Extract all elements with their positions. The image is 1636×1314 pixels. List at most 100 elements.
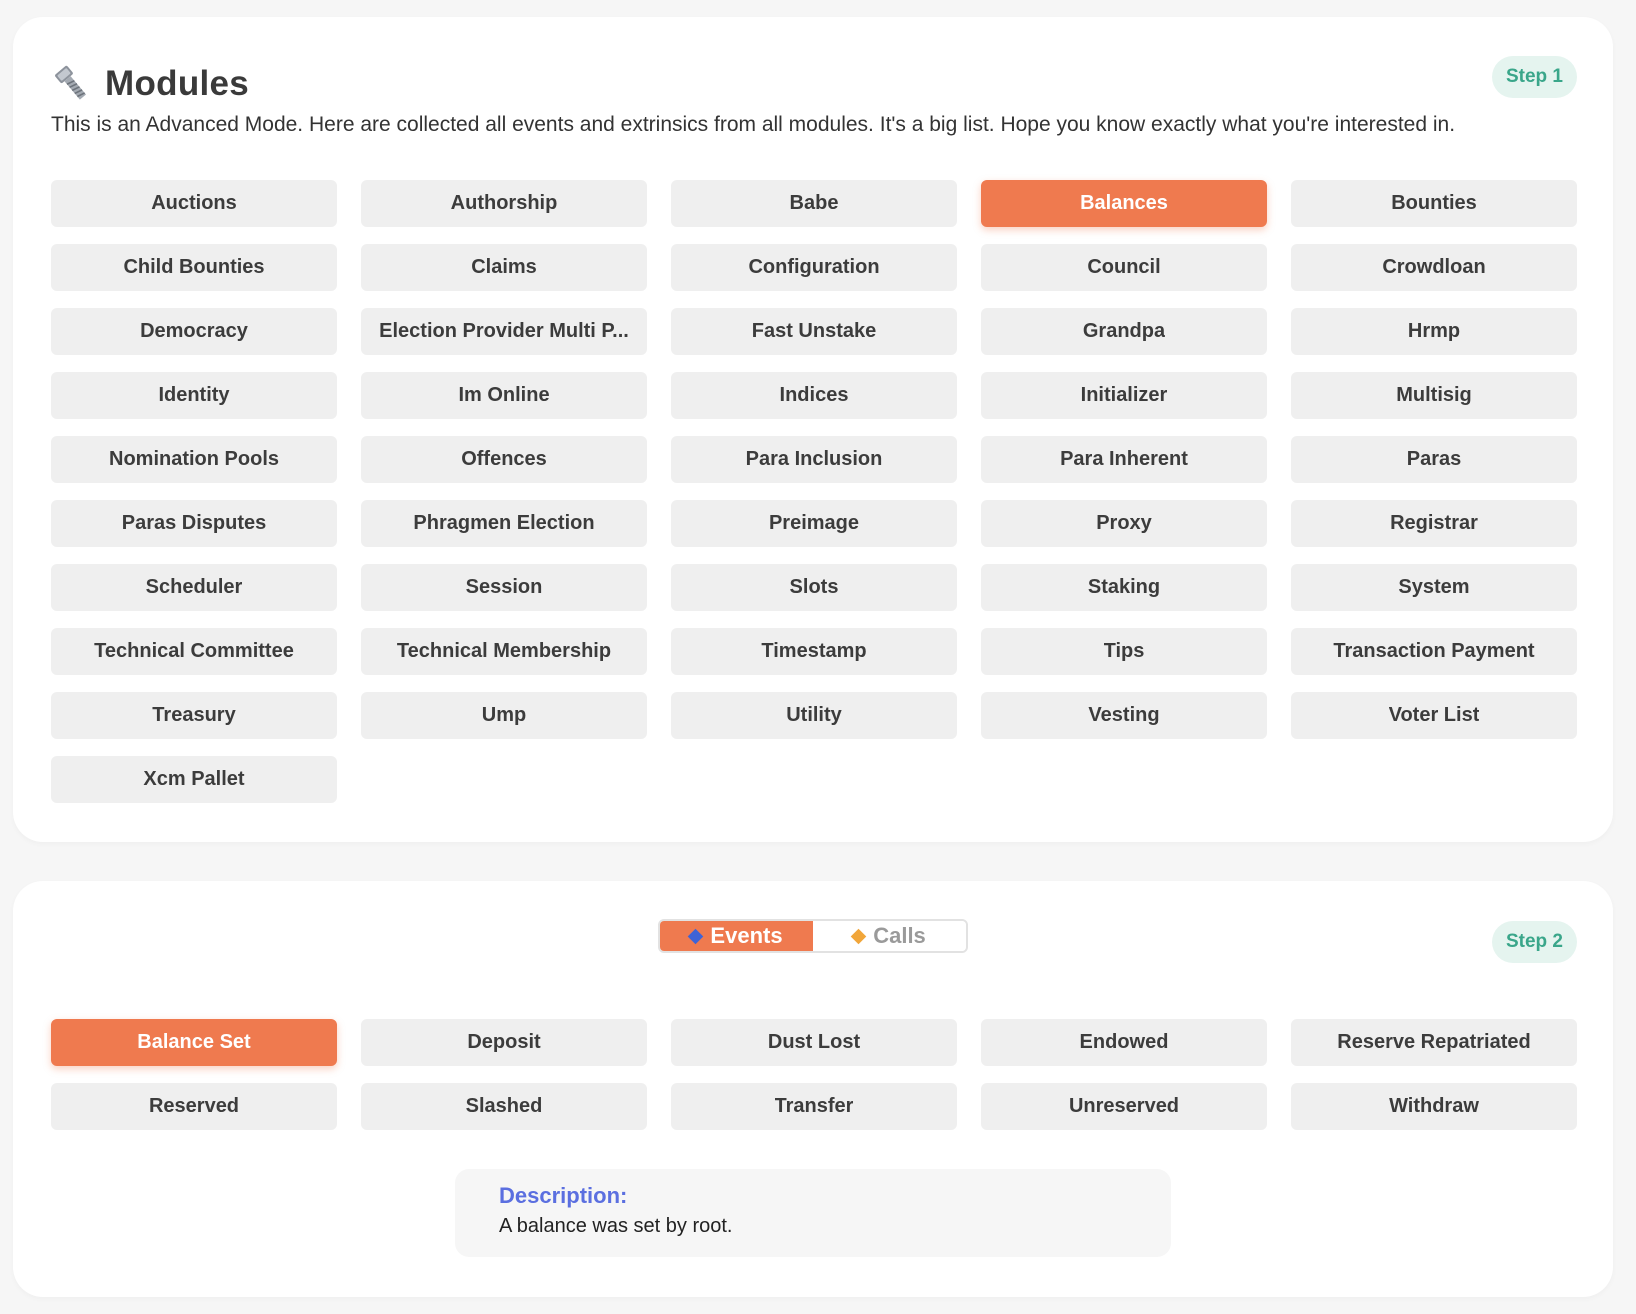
module-chip[interactable]: Paras Disputes bbox=[51, 500, 337, 547]
module-chip-label: Xcm Pallet bbox=[143, 768, 245, 790]
module-chip[interactable]: Child Bounties bbox=[51, 244, 337, 291]
module-chip[interactable]: Preimage bbox=[671, 500, 957, 547]
module-chip[interactable]: Voter List bbox=[1291, 692, 1577, 739]
module-chip[interactable]: Fast Unstake bbox=[671, 308, 957, 355]
module-chip[interactable]: Paras bbox=[1291, 436, 1577, 483]
module-chip[interactable]: Xcm Pallet bbox=[51, 756, 337, 803]
module-chip-label: Vesting bbox=[1088, 704, 1160, 726]
module-chip-label: Initializer bbox=[1080, 384, 1168, 406]
module-chip[interactable]: Claims bbox=[361, 244, 647, 291]
module-chip-label: Auctions bbox=[151, 192, 237, 214]
module-chip[interactable]: Initializer bbox=[981, 372, 1267, 419]
module-chip[interactable]: Bounties bbox=[1291, 180, 1577, 227]
module-chip[interactable]: Hrmp bbox=[1291, 308, 1577, 355]
module-chip[interactable]: Multisig bbox=[1291, 372, 1577, 419]
events-grid: Balance Set Deposit Dust Lost Endowed Reserv… bbox=[51, 1019, 1577, 1130]
module-chip-label: Slots bbox=[789, 576, 839, 598]
event-chip[interactable]: Withdraw bbox=[1291, 1083, 1577, 1130]
module-chip[interactable]: Auctions bbox=[51, 180, 337, 227]
module-chip[interactable]: Balances bbox=[981, 180, 1267, 227]
module-chip-label: Child Bounties bbox=[123, 256, 265, 278]
module-chip[interactable]: Proxy bbox=[981, 500, 1267, 547]
module-chip-label: Session bbox=[465, 576, 543, 598]
module-chip[interactable]: Babe bbox=[671, 180, 957, 227]
module-chip[interactable]: Ump bbox=[361, 692, 647, 739]
module-chip[interactable]: Staking bbox=[981, 564, 1267, 611]
module-chip[interactable]: Timestamp bbox=[671, 628, 957, 675]
module-chip-label: Ump bbox=[481, 704, 527, 726]
step-badge: Step 1 bbox=[1491, 56, 1577, 98]
event-chip[interactable]: Balance Set bbox=[51, 1019, 337, 1066]
events-calls-toggle: Events Calls bbox=[658, 919, 968, 953]
event-chip[interactable]: Reserved bbox=[51, 1083, 337, 1130]
module-chip[interactable]: Tips bbox=[981, 628, 1267, 675]
module-chip-label: Phragmen Election bbox=[413, 512, 595, 534]
module-chip-label: Timestamp bbox=[761, 640, 867, 662]
module-chip-label: Fast Unstake bbox=[751, 320, 877, 342]
module-chip-label: Technical Membership bbox=[396, 640, 612, 662]
module-chip-label: Paras bbox=[1406, 448, 1462, 470]
module-chip-label: Preimage bbox=[768, 512, 860, 534]
module-chip[interactable]: Council bbox=[981, 244, 1267, 291]
page-subtitle: This is an Advanced Mode. Here are colle… bbox=[51, 113, 1456, 136]
module-chip[interactable]: Vesting bbox=[981, 692, 1267, 739]
module-chip[interactable]: Indices bbox=[671, 372, 957, 419]
module-chip[interactable]: Technical Membership bbox=[361, 628, 647, 675]
module-chip-label: Voter List bbox=[1388, 704, 1480, 726]
module-chip[interactable]: Crowdloan bbox=[1291, 244, 1577, 291]
module-chip[interactable]: Im Online bbox=[361, 372, 647, 419]
event-chip[interactable]: Unreserved bbox=[981, 1083, 1267, 1130]
event-chip[interactable]: Dust Lost bbox=[671, 1019, 957, 1066]
calls-tab[interactable]: Calls bbox=[813, 921, 966, 951]
module-chip[interactable]: Identity bbox=[51, 372, 337, 419]
module-chip[interactable]: Election Provider Multi P... bbox=[361, 308, 647, 355]
module-chip-label: Identity bbox=[158, 384, 230, 406]
module-chip[interactable]: Authorship bbox=[361, 180, 647, 227]
module-chip[interactable]: Grandpa bbox=[981, 308, 1267, 355]
events-tab-label: Events bbox=[710, 923, 783, 948]
module-chip-label: Configuration bbox=[748, 256, 880, 278]
module-chip[interactable]: Para Inclusion bbox=[671, 436, 957, 483]
module-chip[interactable]: Treasury bbox=[51, 692, 337, 739]
module-chip[interactable]: Transaction Payment bbox=[1291, 628, 1577, 675]
module-chip-label: Proxy bbox=[1096, 512, 1152, 534]
module-chip[interactable]: Democracy bbox=[51, 308, 337, 355]
module-chip-label: Bounties bbox=[1391, 192, 1477, 214]
description-box: Description: A balance was set by root. bbox=[455, 1169, 1171, 1257]
page-title: Modules bbox=[105, 64, 250, 103]
event-chip-label: Withdraw bbox=[1389, 1095, 1479, 1117]
modules-grid: Auctions Authorship Babe Balances Bounties Ch… bbox=[51, 180, 1577, 803]
module-chip[interactable]: Slots bbox=[671, 564, 957, 611]
event-chip-label: Slashed bbox=[465, 1095, 543, 1117]
modules-card: Modules Step 1 This is an Advanced Mode.… bbox=[13, 17, 1613, 842]
module-chip[interactable]: System bbox=[1291, 564, 1577, 611]
module-chip-label: Tips bbox=[1103, 640, 1145, 662]
module-chip[interactable]: Nomination Pools bbox=[51, 436, 337, 483]
event-chip[interactable]: Endowed bbox=[981, 1019, 1267, 1066]
module-chip[interactable]: Utility bbox=[671, 692, 957, 739]
module-chip-label: Election Provider Multi P... bbox=[379, 320, 629, 342]
event-chip[interactable]: Transfer bbox=[671, 1083, 957, 1130]
event-chip-label: Unreserved bbox=[1068, 1095, 1180, 1117]
event-chip[interactable]: Deposit bbox=[361, 1019, 647, 1066]
module-chip[interactable]: Registrar bbox=[1291, 500, 1577, 547]
module-chip-label: Balances bbox=[1080, 192, 1168, 214]
modules-header: Modules bbox=[51, 59, 249, 109]
events-tab[interactable]: Events bbox=[660, 921, 813, 951]
event-chip[interactable]: Slashed bbox=[361, 1083, 647, 1130]
calls-tab-label: Calls bbox=[873, 923, 926, 948]
events-card: Events Calls Step 2 Balance Set Deposit Du… bbox=[13, 881, 1613, 1297]
event-chip-label: Balance Set bbox=[137, 1031, 251, 1053]
module-chip-label: Hrmp bbox=[1407, 320, 1461, 342]
module-chip[interactable]: Technical Committee bbox=[51, 628, 337, 675]
module-chip[interactable]: Scheduler bbox=[51, 564, 337, 611]
module-chip-label: Authorship bbox=[450, 192, 558, 214]
module-chip-label: System bbox=[1398, 576, 1470, 598]
module-chip[interactable]: Phragmen Election bbox=[361, 500, 647, 547]
event-chip[interactable]: Reserve Repatriated bbox=[1291, 1019, 1577, 1066]
module-chip[interactable]: Session bbox=[361, 564, 647, 611]
module-chip[interactable]: Configuration bbox=[671, 244, 957, 291]
module-chip[interactable]: Para Inherent bbox=[981, 436, 1267, 483]
description-text: A balance was set by root. bbox=[499, 1215, 733, 1237]
module-chip[interactable]: Offences bbox=[361, 436, 647, 483]
